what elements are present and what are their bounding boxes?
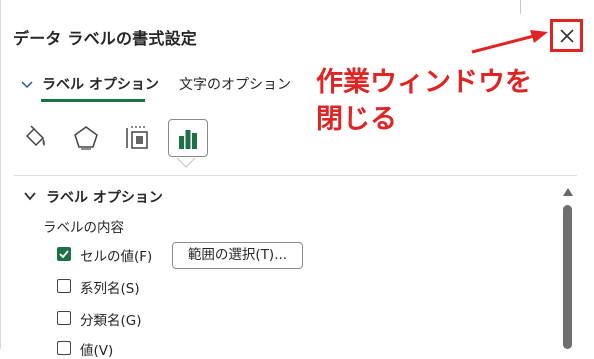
pane-top-divider — [520, 0, 521, 14]
chevron-down-icon[interactable] — [24, 190, 36, 202]
checkbox-series-name[interactable] — [57, 279, 71, 293]
scrollbar-thumb[interactable] — [563, 205, 572, 349]
effects-tab[interactable] — [66, 119, 106, 157]
active-tab-indicator — [41, 99, 145, 102]
option-label-category-name[interactable]: 分類名(G) — [80, 309, 142, 329]
size-properties-tab[interactable] — [117, 119, 157, 157]
section-title[interactable]: ラベル オプション — [46, 187, 163, 207]
close-icon — [559, 28, 574, 43]
checkbox-cell-value[interactable] — [57, 247, 71, 261]
pane-left-border — [0, 0, 1, 349]
select-range-button[interactable]: 範囲の選択(T)... — [172, 242, 303, 269]
size-properties-icon — [126, 126, 148, 149]
tab-text-options[interactable]: 文字のオプション — [179, 74, 291, 94]
annotation-arrow — [471, 30, 548, 54]
pentagon-icon — [74, 126, 98, 150]
option-label-series-name[interactable]: 系列名(S) — [80, 277, 140, 297]
chevron-down-icon — [21, 81, 33, 89]
fill-line-tab[interactable] — [15, 119, 55, 157]
annotation-line-2: 閉じる — [316, 104, 397, 135]
label-options-tab[interactable] — [168, 119, 208, 157]
label-contents-heading: ラベルの内容 — [43, 220, 124, 236]
scroll-up-arrow-icon[interactable] — [562, 187, 574, 197]
checkmark-icon — [59, 250, 69, 259]
bar-chart-icon — [179, 130, 197, 149]
tab-label-options[interactable]: ラベル オプション — [42, 74, 159, 94]
annotation-line-1: 作業ウィンドウを — [316, 67, 532, 98]
tab-pointer — [177, 157, 195, 166]
option-label-cell-value[interactable]: セルの値(F) — [80, 245, 152, 265]
checkbox-value[interactable] — [57, 341, 71, 355]
checkbox-category-name[interactable] — [57, 311, 71, 325]
section-divider — [14, 175, 577, 176]
option-label-value[interactable]: 値(V) — [80, 339, 113, 359]
pane-title: データ ラベルの書式設定 — [13, 29, 197, 48]
close-button[interactable] — [550, 19, 583, 52]
fill-bucket-icon — [25, 125, 45, 147]
annotation-text: 作業ウィンドウを 閉じる — [316, 64, 532, 138]
